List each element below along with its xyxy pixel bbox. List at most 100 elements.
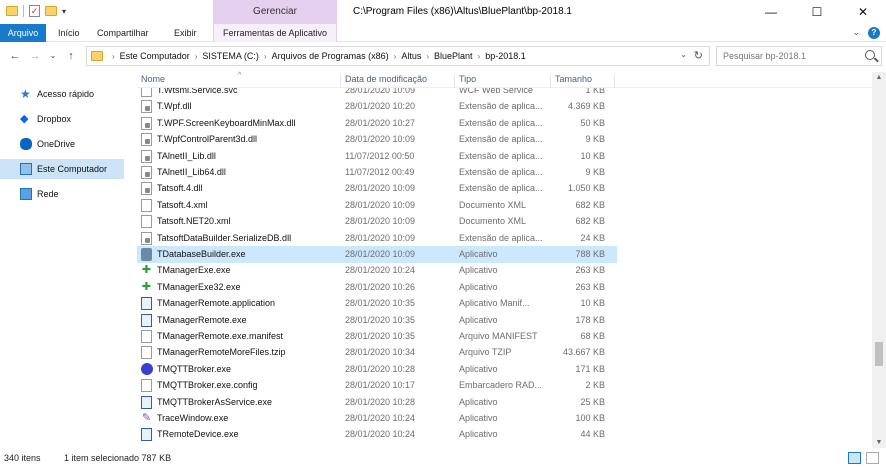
file-type: Extensão de aplica... [459,232,543,243]
file-row[interactable]: T.Wpf.dll 28/01/2020 10:20 Extensão de apl… [137,98,617,115]
tab-ferramentas-de-aplicativo[interactable]: Ferramentas de Aplicativo [213,24,337,42]
breadcrumb-sistema[interactable]: SISTEMA (C:) [202,51,259,61]
file-size: 25 KB [580,396,605,407]
file-row[interactable]: TAlnetII_Lib64.dll 11/07/2012 00:49 Extens… [137,164,617,181]
column-header-date[interactable]: Data de modificação [345,74,455,88]
file-row[interactable]: TManagerRemoteMoreFiles.tzip 28/01/2020 1… [137,344,617,361]
address-bar[interactable]: › Este Computador › SISTEMA (C:) › Arqui… [86,46,710,66]
file-row[interactable]: T.WPF.ScreenKeyboardMinMax.dll 28/01/2020… [137,115,617,132]
dll-file-icon [141,231,152,245]
breadcrumb-bp-2018[interactable]: bp-2018.1 [485,51,526,61]
file-size: 50 KB [580,117,605,128]
file-list: Nome ^ Data de modificação Tipo Tamanho … [137,72,872,448]
file-name: TManagerRemote.exe.manifest [157,331,284,341]
file-date: 28/01/2020 10:34 [345,347,416,358]
address-dropdown-icon[interactable]: ⌄ [680,50,687,59]
file-row[interactable]: TManagerRemote.exe.manifest 28/01/2020 10… [137,328,617,345]
forward-arrow-icon[interactable]: → [28,48,42,64]
expand-ribbon-icon[interactable]: ⌄ [852,27,860,39]
sidebar-item-acesso-rapido[interactable]: ★ Acesso rápido [0,84,124,104]
file-date: 28/01/2020 10:09 [345,134,416,145]
close-button[interactable]: ✕ [840,0,886,24]
file-row[interactable]: TManagerRemote.exe 28/01/2020 10:35 Aplica… [137,312,617,329]
file-row[interactable]: Tatsoft.4.xml 28/01/2020 10:09 Documento X… [137,197,617,214]
file-name: TManagerExe.exe [157,265,231,276]
file-size: 24 KB [580,232,605,243]
column-header-type[interactable]: Tipo [459,74,551,88]
sidebar-item-label: OneDrive [37,139,76,149]
file-date: 28/01/2020 10:17 [345,380,416,391]
file-row[interactable]: TatsoftDataBuilder.SerializeDB.dll 28/01/… [137,230,617,247]
search-icon[interactable] [865,50,875,60]
navigation-pane: ★ Acesso rápido ◆ Dropbox OneDrive Este … [0,72,128,448]
file-date: 28/01/2020 10:35 [345,331,416,341]
refresh-icon[interactable]: ↻ [694,49,703,62]
customize-toolbar-icon[interactable]: ▾ [62,7,66,16]
file-size: 100 KB [575,413,605,423]
file-row[interactable]: ✚ TManagerExe.exe 28/01/2020 10:24 Aplicati… [137,262,617,279]
sidebar-item-este-computador[interactable]: Este Computador [0,159,124,179]
file-row[interactable]: T.WpfControlParent3d.dll 28/01/2020 10:09… [137,131,617,148]
navigation-bar: ← → ⌄ ↑ › Este Computador › SISTEMA (C:)… [0,43,886,69]
search-input[interactable]: Pesquisar bp-2018.1 [716,46,882,66]
breadcrumb-separator: › [393,51,397,61]
file-size: 178 KB [575,314,605,325]
file-row[interactable]: TAlnetII_Lib.dll 11/07/2012 00:50 Extensão… [137,148,617,165]
file-date: 28/01/2020 10:09 [345,88,416,95]
sidebar-item-rede[interactable]: Rede [0,184,124,204]
file-row[interactable]: TDatabaseBuilder.exe 28/01/2020 10:09 Apli… [137,246,617,263]
document-icon [141,198,152,212]
sidebar-item-onedrive[interactable]: OneDrive [0,134,124,154]
large-icons-view-icon[interactable] [866,452,879,464]
details-view-icon[interactable] [848,452,861,464]
minimize-button[interactable]: — [748,0,794,24]
dll-file-icon [141,149,152,163]
sidebar-item-label: Acesso rápido [37,89,95,99]
file-date: 28/01/2020 10:24 [345,265,416,276]
file-row[interactable]: TMQTTBroker.exe 28/01/2020 10:28 Aplicativ… [137,361,617,378]
file-row[interactable]: T.Wtsmi.Service.svc 28/01/2020 10:09 WCF W… [137,88,617,99]
file-name: Tatsoft.4.dll [157,183,203,194]
file-type: Embarcadero RAD... [459,380,543,391]
file-row[interactable]: ✎ TraceWindow.exe 28/01/2020 10:24 Aplicati… [137,410,617,427]
vertical-scrollbar[interactable]: ▲ ▼ [872,72,886,448]
properties-icon[interactable]: ✓ [29,5,40,17]
help-icon[interactable]: ? [868,27,880,39]
scrollbar-thumb[interactable] [875,342,883,366]
breadcrumb-blueplant[interactable]: BluePlant [434,51,473,61]
breadcrumb-este-computador[interactable]: Este Computador [120,51,190,61]
scroll-down-icon[interactable]: ▼ [872,439,886,446]
file-date: 28/01/2020 10:24 [345,429,416,440]
file-date: 28/01/2020 10:28 [345,363,416,374]
file-row[interactable]: Tatsoft.NET20.xml 28/01/2020 10:09 Documen… [137,213,617,230]
file-row[interactable]: ✚ TManagerExe32.exe 28/01/2020 10:26 Aplica… [137,279,617,296]
file-row[interactable]: TMQTTBrokerAsService.exe 28/01/2020 10:28… [137,394,617,411]
breadcrumb-altus[interactable]: Altus [401,51,421,61]
sidebar-item-dropbox[interactable]: ◆ Dropbox [0,109,124,129]
manager-app-icon: ✚ [141,280,152,293]
up-arrow-icon[interactable]: ↑ [64,48,78,64]
back-arrow-icon[interactable]: ← [8,48,22,64]
file-size: 788 KB [575,249,605,259]
breadcrumb-separator: › [112,51,115,61]
folder-icon[interactable] [6,6,18,16]
maximize-button[interactable]: ☐ [794,0,840,24]
breadcrumb-arquivos-de-programas[interactable]: Arquivos de Programas (x86) [272,51,389,61]
scroll-up-icon[interactable]: ▲ [872,74,886,81]
new-folder-icon[interactable] [45,6,57,16]
breadcrumb-separator: › [263,51,267,61]
file-row[interactable]: Tatsoft.4.dll 28/01/2020 10:09 Extensão de… [137,180,617,197]
recent-locations-chevron-icon[interactable]: ⌄ [46,48,60,64]
file-type: Documento XML [459,199,527,210]
file-type: Extensão de aplica... [459,134,543,145]
database-builder-icon [141,248,152,261]
tab-exibir[interactable]: Exibir [168,24,203,42]
column-header-size[interactable]: Tamanho [555,74,615,88]
file-row[interactable]: TManagerRemote.application 28/01/2020 10:… [137,295,617,312]
tab-inicio[interactable]: Início [52,24,86,42]
file-row[interactable]: TMQTTBroker.exe.config 28/01/2020 10:17 Em… [137,377,617,394]
tab-arquivo[interactable]: Arquivo [0,24,46,42]
column-header-name[interactable]: Nome ^ [141,72,341,88]
file-row[interactable]: TRemoteDevice.exe 28/01/2020 10:24 Aplicat… [137,426,617,443]
tab-compartilhar[interactable]: Compartilhar [91,24,155,42]
